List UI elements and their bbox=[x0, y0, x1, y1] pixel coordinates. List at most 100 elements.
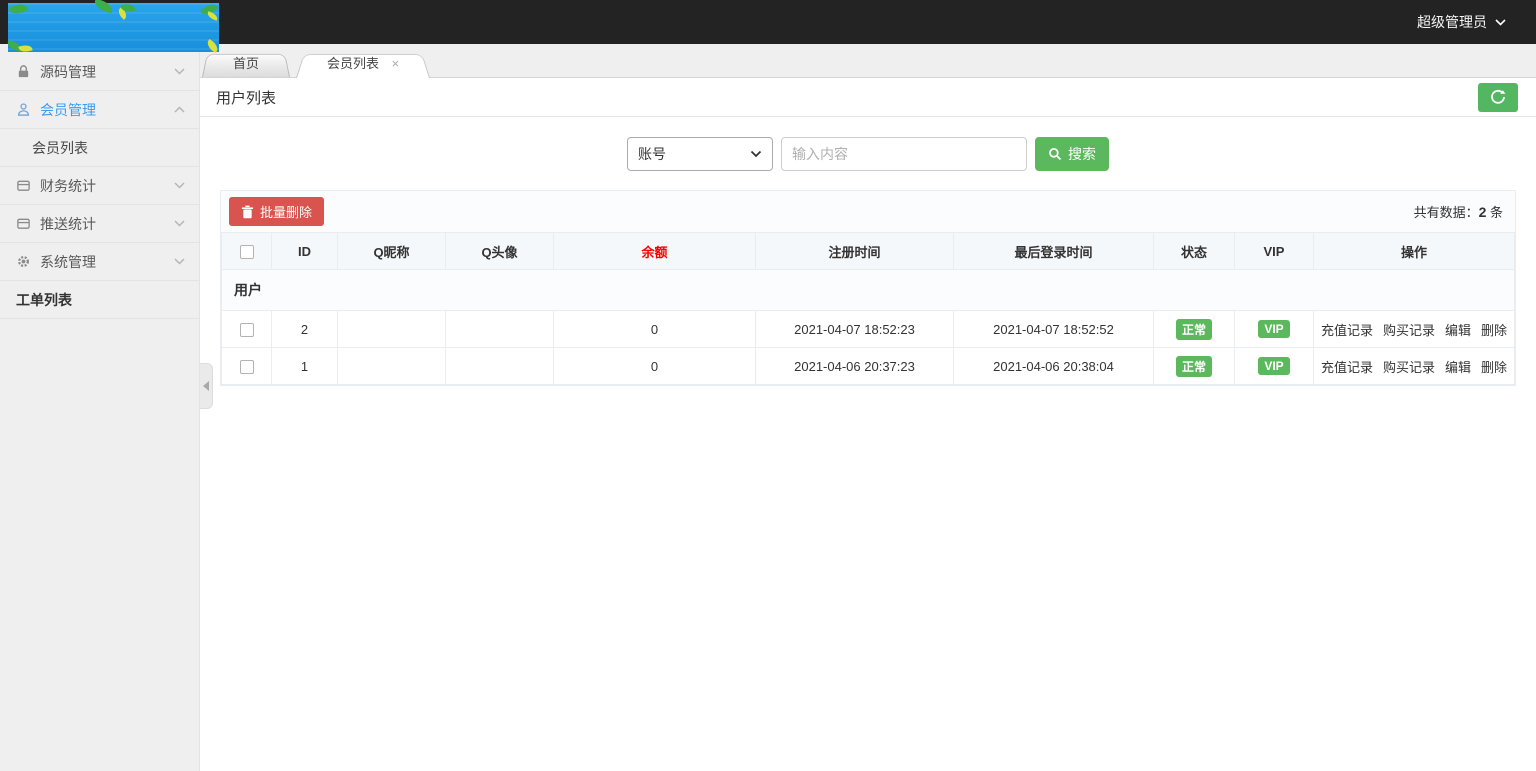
chevron-down-icon bbox=[174, 220, 185, 227]
card-icon bbox=[17, 180, 30, 191]
batch-delete-button[interactable]: 批量删除 bbox=[229, 197, 325, 226]
delete-link[interactable]: 删除 bbox=[1481, 360, 1507, 375]
sidebar-item-finance-stats[interactable]: 财务统计 bbox=[0, 167, 199, 205]
total-count-text: 共有数据：2 条 bbox=[1414, 202, 1507, 221]
user-table-panel: 批量删除 共有数据：2 条 用户 ID Q昵称 Q头像 余额 注册时间 最后登录… bbox=[220, 190, 1516, 386]
sidebar-item-workorder-list[interactable]: 工单列表 bbox=[0, 281, 199, 319]
search-button[interactable]: 搜索 bbox=[1035, 137, 1109, 171]
cell-id: 1 bbox=[271, 347, 338, 385]
refresh-icon bbox=[1491, 89, 1506, 104]
logo-water bbox=[8, 3, 219, 52]
table-row: 2 0 2021-04-07 18:52:23 2021-04-07 18:52… bbox=[221, 310, 1515, 348]
user-menu[interactable]: 超级管理员 bbox=[1417, 0, 1506, 44]
main-content: 首页 会员列表 × 用户列表 账号 输入内容 搜索 批量删除 共有数据：2 条 … bbox=[200, 44, 1536, 771]
sidebar-item-member-list[interactable]: 会员列表 bbox=[0, 129, 199, 167]
trash-icon bbox=[241, 205, 254, 218]
sidebar-item-system-manage[interactable]: 系统管理 bbox=[0, 243, 199, 281]
table-group-header: 用户 bbox=[221, 269, 1515, 311]
chevron-down-icon bbox=[1495, 18, 1506, 26]
vip-badge: VIP bbox=[1258, 357, 1290, 375]
title-bar: 用户列表 bbox=[200, 78, 1536, 117]
cell-register-time: 2021-04-06 20:37:23 bbox=[755, 347, 954, 385]
cell-register-time: 2021-04-07 18:52:23 bbox=[755, 310, 954, 348]
table-header-row: ID Q昵称 Q头像 余额 注册时间 最后登录时间 状态 VIP 操作 bbox=[221, 232, 1515, 270]
row-checkbox[interactable] bbox=[239, 322, 254, 337]
vip-badge: VIP bbox=[1258, 320, 1290, 338]
purchase-records-link[interactable]: 购买记录 bbox=[1383, 360, 1435, 375]
status-badge: 正常 bbox=[1175, 355, 1212, 377]
recharge-records-link[interactable]: 充值记录 bbox=[1321, 360, 1373, 375]
gear-icon bbox=[18, 256, 29, 267]
cell-actions: 充值记录 购买记录 编辑 删除 bbox=[1313, 347, 1515, 385]
sidebar: 源码管理 会员管理 会员列表 财务统计 推送统计 系统管理 工单列表 bbox=[0, 44, 200, 771]
sidebar-collapse-handle[interactable] bbox=[200, 363, 213, 409]
chevron-down-icon bbox=[174, 182, 185, 189]
cell-last-login: 2021-04-06 20:38:04 bbox=[953, 347, 1154, 385]
delete-link[interactable]: 删除 bbox=[1481, 323, 1507, 338]
search-button-label: 搜索 bbox=[1068, 146, 1096, 162]
sidebar-item-label: 推送统计 bbox=[40, 215, 96, 232]
lock-icon bbox=[18, 65, 29, 78]
search-bar: 账号 搜索 bbox=[200, 117, 1536, 190]
page-title: 用户列表 bbox=[216, 89, 277, 107]
purchase-records-link[interactable]: 购买记录 bbox=[1383, 323, 1435, 338]
cell-q-avatar bbox=[445, 347, 554, 385]
user-table: 用户 ID Q昵称 Q头像 余额 注册时间 最后登录时间 状态 VIP 操作 2… bbox=[221, 232, 1515, 385]
total-suffix: 条 bbox=[1486, 205, 1503, 220]
cell-actions: 充值记录 购买记录 编辑 删除 bbox=[1313, 310, 1515, 348]
tab-home[interactable]: 首页 bbox=[202, 51, 291, 77]
table-row: 1 0 2021-04-06 20:37:23 2021-04-06 20:38… bbox=[221, 347, 1515, 385]
cell-id: 2 bbox=[271, 310, 338, 348]
cell-q-nickname bbox=[337, 310, 446, 348]
row-checkbox[interactable] bbox=[239, 359, 254, 374]
chevron-left-icon bbox=[203, 381, 209, 391]
sidebar-item-member-manage[interactable]: 会员管理 bbox=[0, 91, 199, 129]
cell-balance: 0 bbox=[553, 310, 756, 348]
sidebar-item-source-manage[interactable]: 源码管理 bbox=[0, 53, 199, 91]
search-icon bbox=[1049, 148, 1062, 161]
edit-link[interactable]: 编辑 bbox=[1445, 360, 1471, 375]
column-header-register-time: 注册时间 bbox=[755, 232, 954, 270]
sidebar-item-label: 源码管理 bbox=[40, 63, 96, 80]
chevron-down-icon bbox=[174, 68, 185, 75]
sidebar-item-label: 财务统计 bbox=[40, 177, 96, 194]
tab-label: 首页 bbox=[233, 56, 260, 71]
header-checkbox-cell bbox=[221, 232, 272, 270]
select-all-checkbox[interactable] bbox=[239, 244, 254, 259]
user-menu-label: 超级管理员 bbox=[1417, 14, 1487, 30]
user-icon bbox=[17, 103, 30, 116]
search-field-select[interactable]: 账号 bbox=[627, 137, 773, 171]
sidebar-item-push-stats[interactable]: 推送统计 bbox=[0, 205, 199, 243]
tab-label: 会员列表 bbox=[327, 56, 380, 71]
tab-bar: 首页 会员列表 × bbox=[200, 44, 1536, 78]
column-header-last-login: 最后登录时间 bbox=[953, 232, 1154, 270]
column-header-status: 状态 bbox=[1153, 232, 1235, 270]
edit-link[interactable]: 编辑 bbox=[1445, 323, 1471, 338]
column-header-id: ID bbox=[271, 232, 338, 270]
chevron-down-icon bbox=[750, 150, 762, 158]
column-header-vip: VIP bbox=[1234, 232, 1314, 270]
chevron-down-icon bbox=[174, 258, 185, 265]
topbar: 超级管理员 bbox=[0, 0, 1536, 54]
refresh-button[interactable] bbox=[1478, 82, 1518, 112]
group-header-label: 用户 bbox=[221, 269, 1515, 311]
chevron-up-icon bbox=[174, 106, 185, 113]
logo bbox=[6, 0, 221, 54]
search-input[interactable] bbox=[781, 137, 1027, 171]
batch-delete-label: 批量删除 bbox=[260, 205, 313, 220]
card-icon bbox=[17, 218, 30, 229]
selected-option-label: 账号 bbox=[638, 146, 666, 162]
sidebar-item-label: 系统管理 bbox=[40, 253, 96, 270]
cell-q-nickname bbox=[337, 347, 446, 385]
cell-q-avatar bbox=[445, 310, 554, 348]
tab-member-list[interactable]: 会员列表 × bbox=[296, 51, 431, 78]
status-badge: 正常 bbox=[1175, 318, 1212, 340]
column-header-q-avatar: Q头像 bbox=[445, 232, 554, 270]
close-icon[interactable]: × bbox=[392, 56, 400, 71]
recharge-records-link[interactable]: 充值记录 bbox=[1321, 323, 1373, 338]
table-toolbar: 批量删除 共有数据：2 条 bbox=[221, 191, 1515, 232]
cell-balance: 0 bbox=[553, 347, 756, 385]
sidebar-item-label: 会员管理 bbox=[40, 101, 96, 118]
column-header-q-nickname: Q昵称 bbox=[337, 232, 446, 270]
cell-last-login: 2021-04-07 18:52:52 bbox=[953, 310, 1154, 348]
